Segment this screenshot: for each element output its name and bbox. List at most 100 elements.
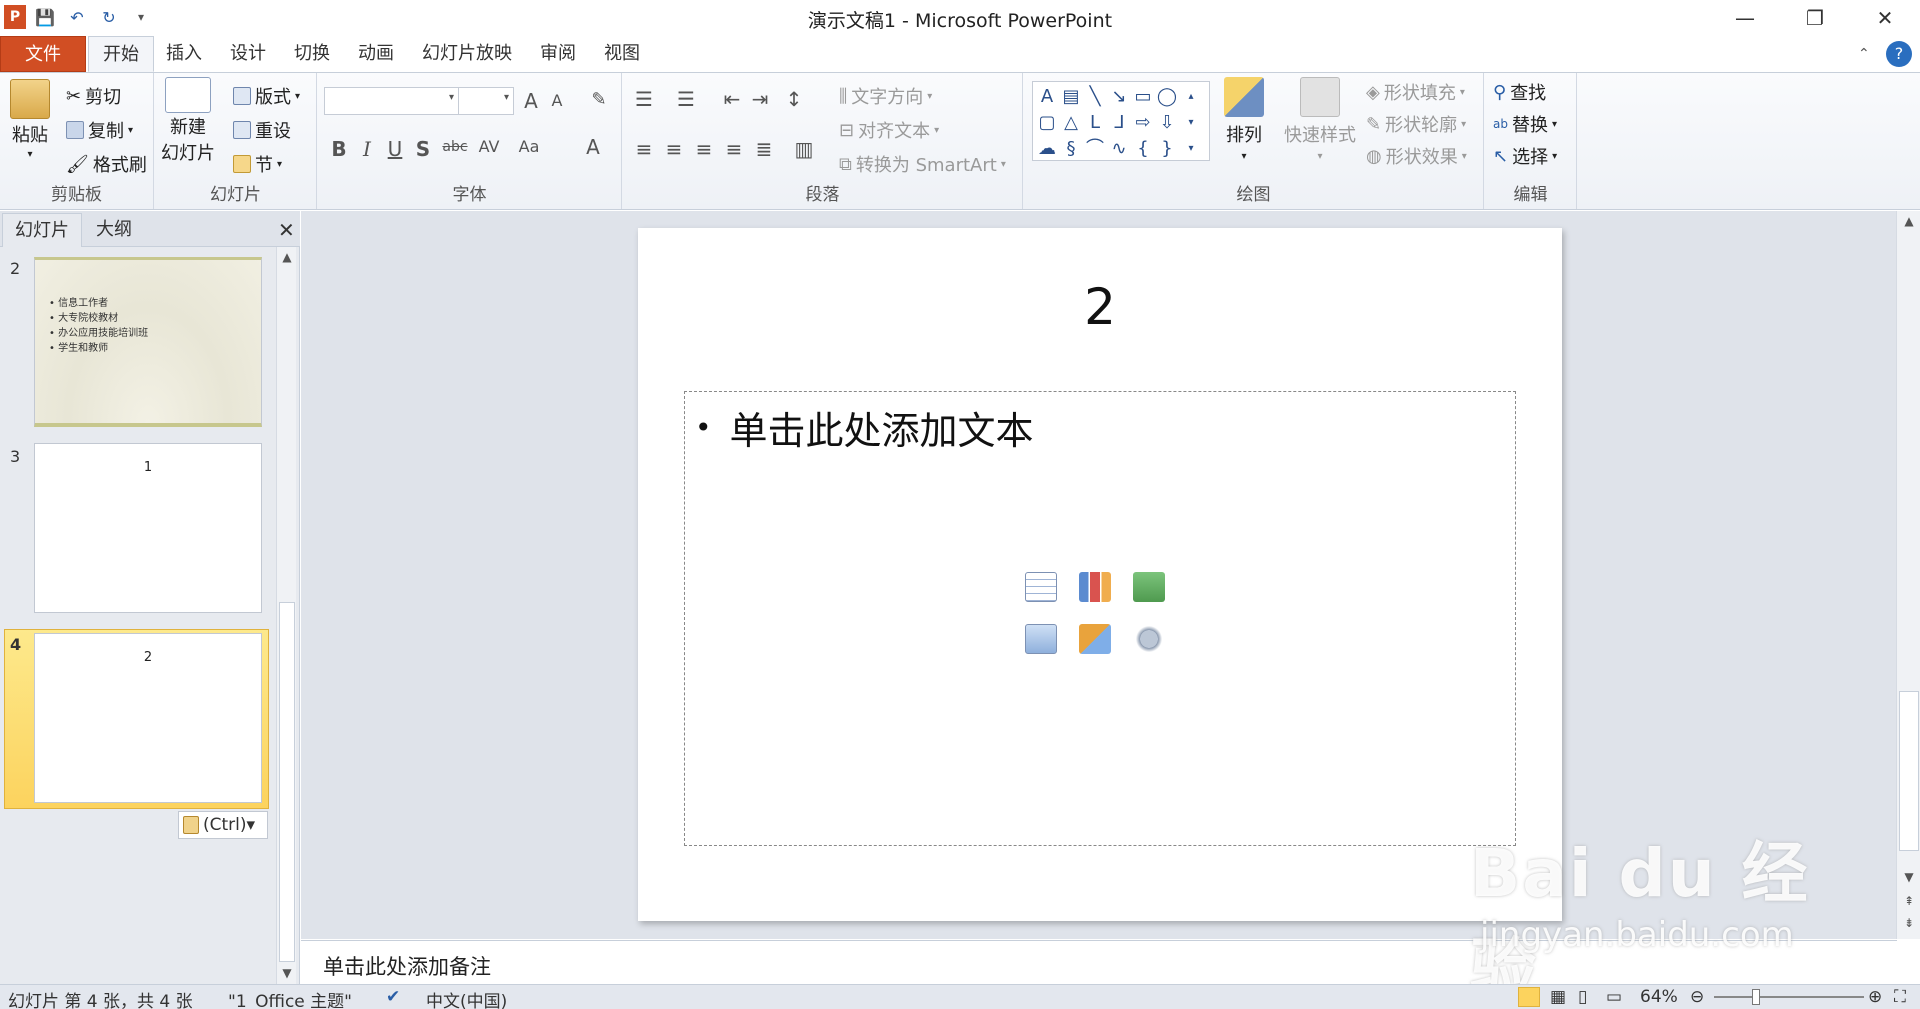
arrange-button[interactable]: 排列 ▾: [1224, 77, 1264, 162]
gallery-more-icon[interactable]: ▾: [1179, 136, 1203, 162]
strikethrough-button[interactable]: abc: [438, 139, 472, 155]
select-button[interactable]: ↖ 选择 ▾: [1493, 143, 1557, 169]
oval-shape-icon[interactable]: ◯: [1155, 84, 1179, 110]
align-left-icon[interactable]: ≡: [631, 137, 657, 161]
tab-insert[interactable]: 插入: [152, 36, 216, 72]
line-shape-icon[interactable]: ╲: [1083, 84, 1107, 110]
find-button[interactable]: ⚲ 查找: [1493, 79, 1546, 105]
tab-animations[interactable]: 动画: [344, 36, 408, 72]
justify-icon[interactable]: ≡: [721, 137, 747, 161]
scroll-up-icon[interactable]: ▲: [277, 247, 297, 267]
clear-format-icon[interactable]: ✎: [586, 89, 612, 110]
distributed-icon[interactable]: ≣: [751, 137, 777, 161]
zoom-in-icon[interactable]: ⊕: [1868, 987, 1882, 1007]
shape-outline-button[interactable]: ✎ 形状轮廓 ▾: [1366, 111, 1466, 137]
fit-to-window-icon[interactable]: ⛶: [1894, 987, 1906, 1007]
next-slide-icon[interactable]: ⇟: [1897, 913, 1920, 933]
shape-fill-button[interactable]: ◈ 形状填充 ▾: [1366, 79, 1465, 105]
zoom-slider[interactable]: [1714, 996, 1864, 998]
cut-button[interactable]: ✂ 剪切: [66, 83, 121, 109]
elbow-connector-icon[interactable]: ᒪ: [1083, 110, 1107, 136]
arrow-shape-icon[interactable]: ↘: [1107, 84, 1131, 110]
columns-icon[interactable]: ▥: [791, 137, 817, 161]
insert-chart-icon[interactable]: [1079, 572, 1111, 602]
smartart-button[interactable]: ⧉ 转换为 SmartArt ▾: [839, 151, 1006, 177]
close-button[interactable]: ✕: [1850, 0, 1920, 36]
theme-status[interactable]: "1_Office 主题": [228, 987, 352, 1009]
tab-transitions[interactable]: 切换: [280, 36, 344, 72]
reading-view-icon[interactable]: ▯: [1578, 987, 1587, 1007]
align-text-button[interactable]: ⊟ 对齐文本 ▾: [839, 117, 939, 143]
minimize-button[interactable]: —: [1710, 0, 1780, 36]
font-size-combo[interactable]: ▾: [458, 87, 514, 115]
restore-button[interactable]: ❐: [1780, 0, 1850, 36]
editor-scroll-down-icon[interactable]: ▼: [1897, 867, 1920, 887]
character-spacing-button[interactable]: AV: [474, 137, 504, 156]
shapes-gallery[interactable]: A ▤ ╲ ↘ ▭ ◯ ▴ ▢ △ ᒪ ᒧ ⇨ ⇩ ▾ ☁ § ⌒ ∿ { } …: [1032, 81, 1210, 161]
current-slide[interactable]: 2 • 单击此处添加文本: [638, 228, 1562, 921]
wave-shape-icon[interactable]: ∿: [1107, 136, 1131, 162]
slideshow-view-icon[interactable]: ▭: [1606, 987, 1622, 1007]
tab-home[interactable]: 开始: [88, 36, 154, 72]
gallery-down-icon[interactable]: ▾: [1179, 110, 1203, 136]
font-name-combo[interactable]: ▾: [324, 87, 459, 115]
elbow-arrow-icon[interactable]: ᒧ: [1107, 110, 1131, 136]
align-center-icon[interactable]: ≡: [661, 137, 687, 161]
reset-button[interactable]: 重设: [233, 117, 291, 143]
change-case-button[interactable]: Aa: [514, 137, 544, 156]
arc-shape-icon[interactable]: ⌒: [1083, 136, 1107, 162]
italic-button[interactable]: I: [354, 137, 380, 161]
normal-view-icon[interactable]: [1518, 987, 1540, 1007]
insert-picture-icon[interactable]: [1025, 624, 1057, 654]
tab-outline-pane[interactable]: 大纲: [84, 213, 144, 247]
right-brace-icon[interactable]: }: [1155, 136, 1179, 162]
font-color-button[interactable]: A: [580, 135, 606, 159]
section-button[interactable]: 节 ▾: [233, 151, 282, 177]
underline-button[interactable]: U: [382, 137, 408, 161]
curve-shape-icon[interactable]: §: [1059, 136, 1083, 162]
quick-styles-button[interactable]: 快速样式 ▾: [1284, 77, 1356, 162]
gallery-up-icon[interactable]: ▴: [1179, 84, 1203, 110]
content-placeholder[interactable]: • 单击此处添加文本: [684, 391, 1516, 846]
left-brace-icon[interactable]: {: [1131, 136, 1155, 162]
text-direction-button[interactable]: ⫼ 文字方向 ▾: [839, 83, 932, 109]
notes-placeholder[interactable]: 单击此处添加备注: [323, 951, 491, 981]
bold-button[interactable]: B: [326, 137, 352, 161]
tab-slideshow[interactable]: 幻灯片放映: [408, 36, 526, 72]
replace-button[interactable]: ab 替换 ▾: [1493, 111, 1557, 137]
slide-thumbnail-4[interactable]: 2: [34, 633, 262, 803]
paste-button[interactable]: 粘贴 ▾: [10, 79, 50, 160]
zoom-out-icon[interactable]: ⊖: [1690, 987, 1704, 1007]
spellcheck-icon[interactable]: ✔: [386, 987, 400, 1007]
minimize-ribbon-icon[interactable]: ⌃: [1858, 36, 1870, 72]
numbering-icon[interactable]: ☰: [673, 87, 699, 111]
previous-slide-icon[interactable]: ⇞: [1897, 891, 1920, 911]
insert-clipart-icon[interactable]: [1079, 624, 1111, 654]
body-placeholder-text[interactable]: • 单击此处添加文本: [695, 400, 1034, 455]
slide-sorter-view-icon[interactable]: ▦: [1550, 987, 1566, 1007]
vertical-textbox-shape-icon[interactable]: ▤: [1059, 84, 1083, 110]
rounded-rect-shape-icon[interactable]: ▢: [1035, 110, 1059, 136]
text-shadow-button[interactable]: S: [410, 137, 436, 161]
new-slide-button[interactable]: 新建 幻灯片: [161, 77, 215, 165]
tab-view[interactable]: 视图: [590, 36, 654, 72]
tab-design[interactable]: 设计: [216, 36, 280, 72]
tab-file[interactable]: 文件: [0, 36, 86, 72]
copy-button[interactable]: 复制 ▾: [66, 117, 133, 143]
right-arrow-shape-icon[interactable]: ⇨: [1131, 110, 1155, 136]
insert-media-icon[interactable]: [1133, 624, 1165, 654]
zoom-level[interactable]: 64%: [1640, 987, 1678, 1007]
triangle-shape-icon[interactable]: △: [1059, 110, 1083, 136]
insert-smartart-icon[interactable]: [1133, 572, 1165, 602]
paste-options-button[interactable]: (Ctrl)▾: [178, 811, 268, 839]
shrink-font-button[interactable]: A: [544, 91, 570, 110]
pane-scrollbar[interactable]: ▲ ▼: [276, 247, 296, 984]
slide-thumbnail-3[interactable]: 1: [34, 443, 262, 613]
insert-table-icon[interactable]: [1025, 572, 1057, 602]
pane-scroll-thumb[interactable]: [279, 602, 295, 962]
layout-button[interactable]: 版式 ▾: [233, 83, 300, 109]
textbox-shape-icon[interactable]: A: [1035, 84, 1059, 110]
rectangle-shape-icon[interactable]: ▭: [1131, 84, 1155, 110]
align-right-icon[interactable]: ≡: [691, 137, 717, 161]
bullets-icon[interactable]: ☰: [631, 87, 657, 111]
